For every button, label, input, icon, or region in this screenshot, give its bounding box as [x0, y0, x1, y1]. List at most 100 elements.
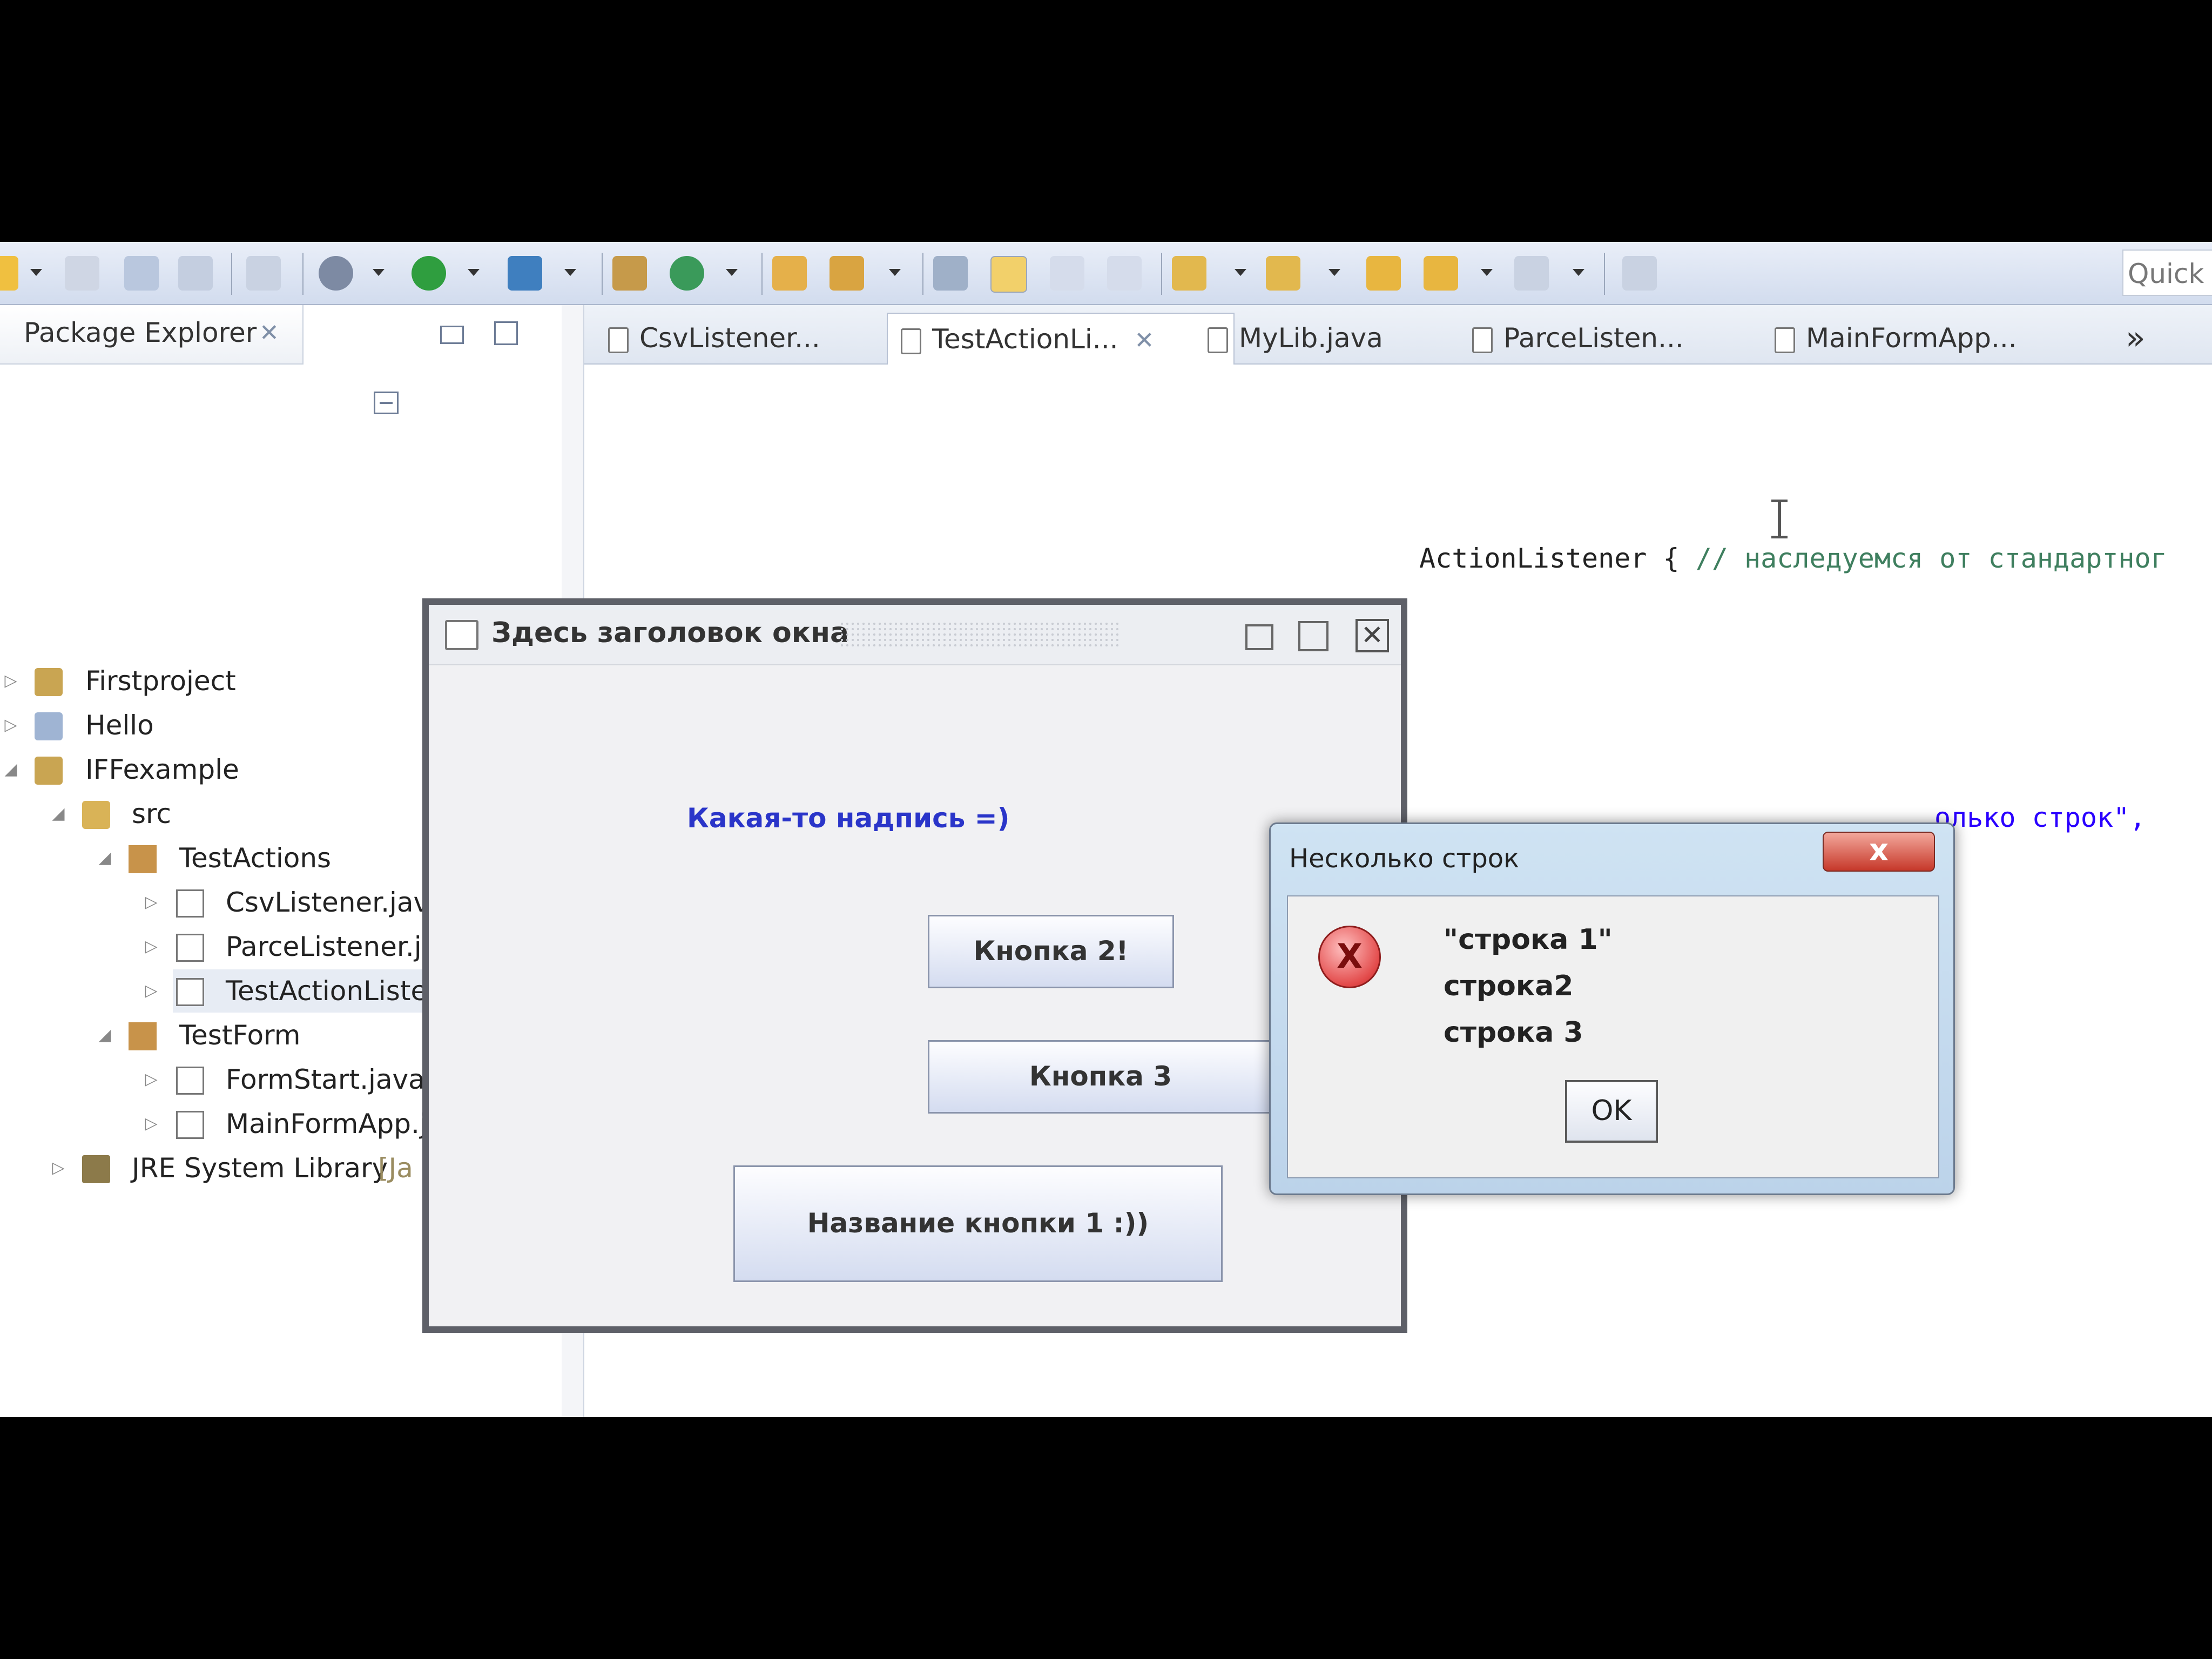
window-icon	[445, 620, 478, 650]
java-file-icon	[176, 934, 204, 962]
tree-item-label: TestActions	[179, 842, 332, 874]
source-folder-icon	[82, 801, 110, 829]
debug-dropdown[interactable]	[373, 269, 385, 276]
main-toolbar: Quick	[0, 242, 2212, 305]
tab-label: TestActionLi...	[932, 323, 1118, 355]
ok-button[interactable]: OK	[1565, 1080, 1658, 1143]
back-dropdown[interactable]	[1481, 269, 1493, 276]
previous-annotation-dropdown[interactable]	[1328, 269, 1340, 276]
frame-label: Какая-то надпись =)	[687, 802, 1010, 834]
last-edit-location-icon[interactable]	[1366, 256, 1401, 291]
block-selection-icon[interactable]	[1050, 256, 1084, 291]
back-icon[interactable]	[1424, 256, 1458, 291]
tab-label: CsvListener...	[639, 322, 820, 354]
collapse-arrow-icon[interactable]: ◢	[48, 792, 69, 835]
java-file-icon	[176, 1111, 204, 1139]
maximize-icon[interactable]	[1298, 621, 1328, 651]
new-icon[interactable]	[0, 256, 18, 291]
save-icon[interactable]	[65, 256, 99, 291]
expand-arrow-icon[interactable]: ▷	[0, 704, 22, 747]
library-icon	[82, 1155, 110, 1183]
new-class-dropdown[interactable]	[726, 269, 738, 276]
toolbar-separator	[761, 253, 763, 295]
next-annotation-icon[interactable]	[1172, 256, 1206, 291]
code-string[interactable]: олько строк",	[1934, 802, 2146, 833]
expand-arrow-icon[interactable]: ▷	[140, 1102, 162, 1145]
text-cursor-icon	[1771, 500, 1788, 538]
project-icon	[35, 757, 63, 785]
java-file-icon	[176, 889, 204, 918]
button-1[interactable]: Название кнопки 1 :))	[733, 1165, 1223, 1282]
close-icon[interactable]: ✕	[1355, 619, 1389, 652]
collapse-all-icon[interactable]	[374, 392, 399, 414]
toolbar-separator	[231, 253, 232, 295]
message-line: "строка 1"	[1444, 923, 1613, 956]
collapse-arrow-icon[interactable]: ◢	[0, 748, 22, 791]
dialog-title: Несколько строк	[1289, 844, 1520, 874]
java-frame-window[interactable]: Здесь заголовок окна ✕ Какая-то надпись …	[422, 598, 1407, 1333]
forward-dropdown[interactable]	[1573, 269, 1584, 276]
run-icon[interactable]	[412, 256, 446, 291]
previous-annotation-icon[interactable]	[1266, 256, 1300, 291]
button-3[interactable]: Кнопка 3	[928, 1040, 1273, 1114]
java-file-icon	[1472, 327, 1493, 353]
tree-item-label: Firstproject	[85, 665, 236, 697]
expand-arrow-icon[interactable]: ▷	[140, 969, 162, 1013]
toolbar-separator	[1161, 253, 1162, 295]
collapse-arrow-icon[interactable]: ◢	[94, 1014, 116, 1057]
java-file-icon	[1208, 327, 1228, 353]
tab-overflow-button[interactable]: »	[2126, 313, 2180, 363]
java-file-icon	[176, 1067, 204, 1095]
expand-arrow-icon[interactable]: ▷	[140, 1058, 162, 1101]
expand-arrow-icon[interactable]: ▷	[140, 881, 162, 924]
next-annotation-dropdown[interactable]	[1235, 269, 1246, 276]
open-type-icon[interactable]	[772, 256, 807, 291]
tab-mylib[interactable]: MyLib.java	[1195, 313, 1465, 363]
tab-label: MainFormApp...	[1806, 322, 2017, 354]
code-line[interactable]: ActionListener { // наследуемся от станд…	[1419, 543, 2167, 574]
new-class-icon[interactable]	[670, 256, 704, 291]
search-icon[interactable]	[933, 256, 968, 291]
tab-csvlistener[interactable]: CsvListener...	[595, 313, 898, 363]
pin-editor-icon[interactable]	[1622, 256, 1657, 291]
forward-icon[interactable]	[1514, 256, 1549, 291]
iconify-icon[interactable]	[1245, 624, 1273, 650]
expand-arrow-icon[interactable]: ▷	[140, 925, 162, 968]
run-dropdown[interactable]	[468, 269, 480, 276]
dialog-close-button[interactable]: x	[1823, 832, 1935, 872]
show-whitespace-icon[interactable]	[1107, 256, 1142, 291]
mark-occurrences-icon[interactable]	[990, 256, 1027, 293]
tab-parcelistener[interactable]: ParceListen...	[1459, 313, 1762, 363]
save-all-icon[interactable]	[124, 256, 159, 291]
tree-item-label: TestForm	[179, 1020, 301, 1051]
skip-breakpoints-icon[interactable]	[246, 256, 281, 291]
new-package-icon[interactable]	[612, 256, 647, 291]
minimize-view-icon[interactable]	[440, 326, 464, 344]
maximize-view-icon[interactable]	[494, 321, 518, 345]
message-dialog[interactable]: Несколько строк x X "строка 1" строка2 с…	[1269, 822, 1955, 1195]
package-explorer-tab[interactable]: Package Explorer ✕	[0, 305, 304, 365]
frame-titlebar[interactable]: Здесь заголовок окна ✕	[429, 605, 1401, 665]
tree-item-label: JRE System Library	[132, 1152, 388, 1184]
print-icon[interactable]	[178, 256, 213, 291]
eclipse-workbench: Quick Package Explorer ✕ ▷ Firstproject …	[0, 242, 2212, 1417]
tab-mainformapp[interactable]: MainFormApp...	[1762, 313, 2064, 363]
button-2[interactable]: Кнопка 2!	[928, 915, 1174, 988]
external-tools-icon[interactable]	[508, 256, 542, 291]
open-task-icon[interactable]	[830, 256, 864, 291]
tree-item-label: FormStart.java	[226, 1064, 425, 1095]
expand-arrow-icon[interactable]: ▷	[0, 659, 22, 703]
new-dropdown[interactable]	[30, 269, 42, 276]
open-task-dropdown[interactable]	[889, 269, 901, 276]
collapse-arrow-icon[interactable]: ◢	[94, 837, 116, 880]
debug-icon[interactable]	[319, 256, 353, 291]
external-tools-dropdown[interactable]	[564, 269, 576, 276]
toolbar-separator	[1604, 253, 1605, 295]
tree-item-label: Hello	[85, 710, 154, 741]
quick-access-field[interactable]: Quick	[2122, 249, 2212, 296]
editor-tab-bar: CsvListener... TestActionLi... ✕ MyLib.ja…	[584, 305, 2212, 365]
tab-testactionlistener[interactable]: TestActionLi... ✕	[887, 313, 1235, 365]
close-tab-icon[interactable]: ✕	[1134, 327, 1154, 354]
expand-arrow-icon[interactable]: ▷	[48, 1147, 69, 1190]
close-view-icon[interactable]: ✕	[259, 319, 279, 347]
